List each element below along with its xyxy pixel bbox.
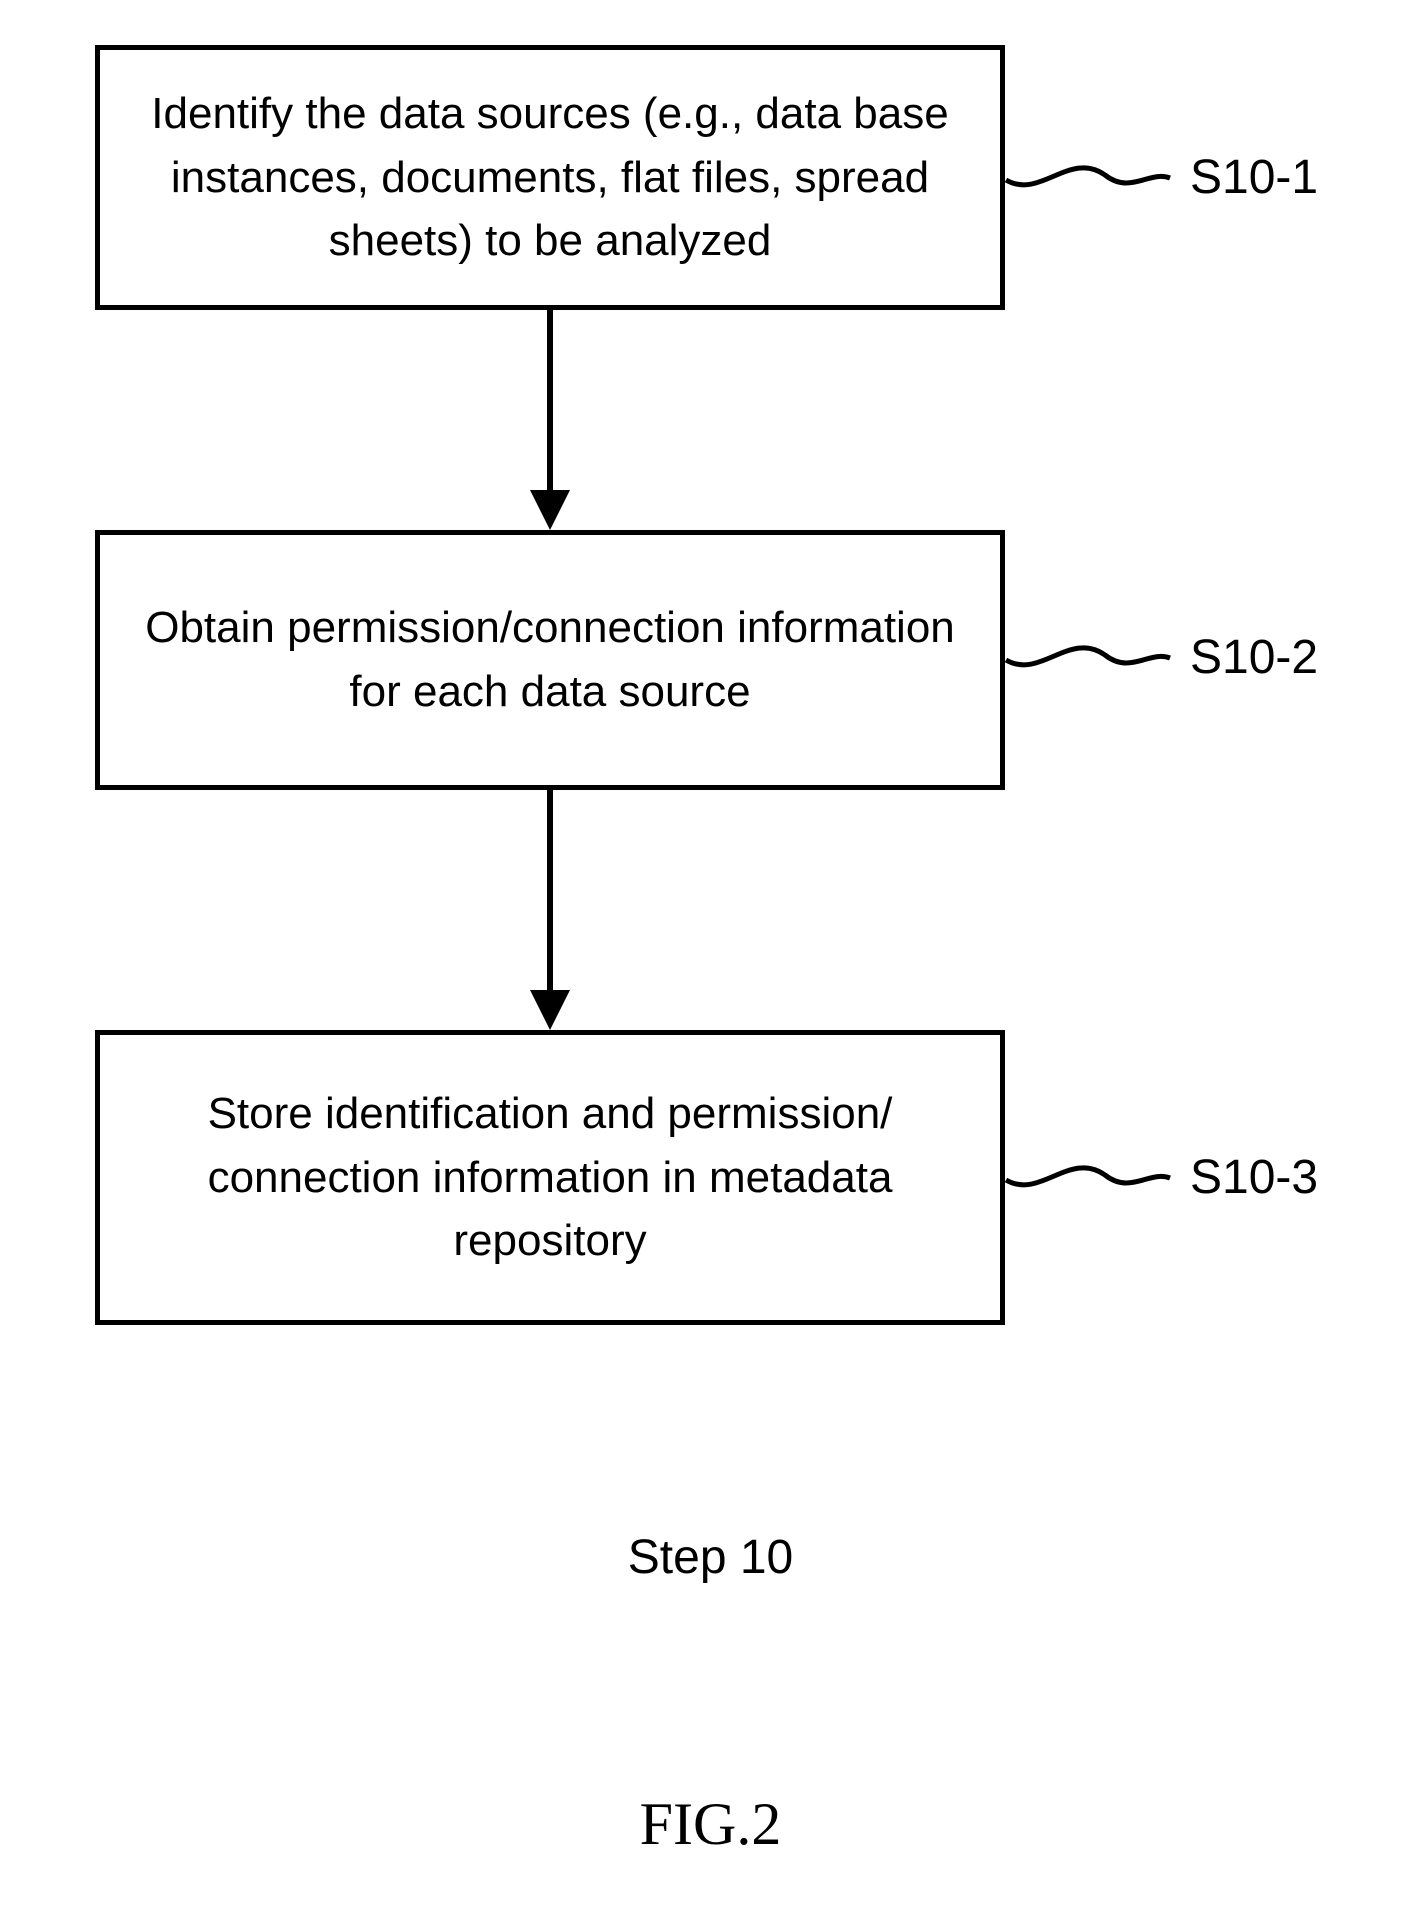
label-connector-3 [0, 0, 1421, 1925]
figure-caption: FIG.2 [0, 1790, 1421, 1859]
step-caption: Step 10 [0, 1530, 1421, 1585]
flow-label-3: S10-3 [1190, 1150, 1318, 1205]
diagram-canvas: Identify the data sources (e.g., data ba… [0, 0, 1421, 1925]
